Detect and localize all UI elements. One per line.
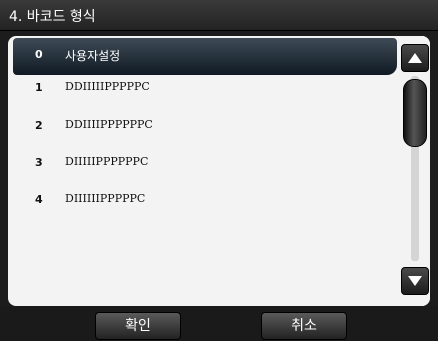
list-item-label: DDIIIIIPPPPPC [65, 80, 150, 93]
list-item[interactable]: 3 DIIIIIPPPPPPC [13, 146, 397, 183]
list-item[interactable]: 4 DIIIIIIPPPPPC [13, 183, 397, 220]
scroll-thumb[interactable] [403, 79, 427, 147]
list-item-label: DIIIIIPPPPPPC [65, 155, 149, 168]
window-title: 4. 바코드 형식 [9, 9, 96, 25]
dialog-window: 4. 바코드 형식 0 사용자설정 1 DDIIIIIPPPPPC 2 DDII… [0, 0, 438, 341]
list-item-index: 3 [35, 156, 43, 169]
vertical-scrollbar[interactable] [400, 36, 430, 306]
scroll-up-button[interactable] [401, 44, 429, 72]
ok-button[interactable]: 확인 [95, 312, 181, 340]
scroll-down-button[interactable] [401, 267, 429, 295]
title-bar: 4. 바코드 형식 [0, 0, 438, 31]
list-item[interactable]: 2 DDIIIIPPPPPPC [13, 109, 397, 146]
list-item-label: DIIIIIIPPPPPC [65, 192, 146, 205]
list-item[interactable]: 1 DDIIIIIPPPPPC [13, 71, 397, 108]
list-item[interactable]: 0 사용자설정 [13, 38, 397, 75]
list-item-label: 사용자설정 [65, 49, 121, 63]
list-item-index: 2 [35, 119, 43, 132]
list-item-index: 4 [35, 193, 43, 206]
list-item-label: DDIIIIPPPPPPC [65, 118, 153, 131]
triangle-up-icon [408, 53, 422, 63]
barcode-format-list: 0 사용자설정 1 DDIIIIIPPPPPC 2 DDIIIIPPPPPPC … [8, 36, 400, 306]
triangle-down-icon [408, 276, 422, 286]
cancel-button[interactable]: 취소 [261, 312, 347, 340]
button-bar: 확인 취소 [0, 306, 438, 341]
list-panel: 0 사용자설정 1 DDIIIIIPPPPPC 2 DDIIIIPPPPPPC … [8, 36, 430, 306]
list-item-index: 0 [35, 48, 43, 61]
list-item-index: 1 [35, 81, 43, 94]
